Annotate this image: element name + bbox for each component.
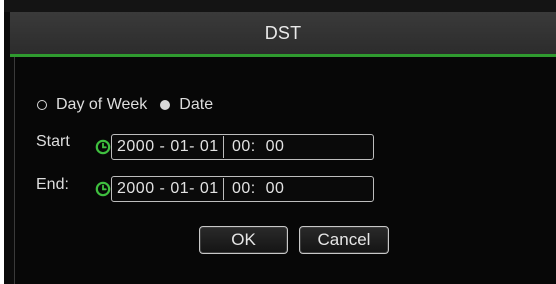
radio-day-of-week[interactable] <box>37 100 47 110</box>
start-datetime-field[interactable]: 2000 - 01- 01 00: 00 <box>111 134 374 160</box>
start-time-value[interactable]: 00: 00 <box>224 138 284 156</box>
clock-icon[interactable] <box>95 139 111 155</box>
title-bar: DST <box>10 12 556 57</box>
radio-date-label[interactable]: Date <box>179 96 213 114</box>
start-date-value[interactable]: 2000 - 01- 01 <box>112 138 223 156</box>
start-label: Start <box>36 133 70 150</box>
end-label: End: <box>36 176 69 193</box>
dialog-body: Day of Week Date Start 2000 - 01- 01 00:… <box>14 57 556 284</box>
dialog-title: DST <box>264 23 302 43</box>
end-time-value[interactable]: 00: 00 <box>224 180 284 198</box>
end-datetime-field[interactable]: 2000 - 01- 01 00: 00 <box>111 176 374 202</box>
clock-icon[interactable] <box>95 181 111 197</box>
radio-day-of-week-label[interactable]: Day of Week <box>56 96 147 114</box>
dst-dialog: DST Day of Week Date Start 2000 - 01- 01… <box>4 0 556 284</box>
dst-mode-selector: Day of Week Date <box>37 95 226 115</box>
end-date-value[interactable]: 2000 - 01- 01 <box>112 180 223 198</box>
cancel-button[interactable]: Cancel <box>299 226 389 254</box>
ok-button[interactable]: OK <box>199 226 288 254</box>
radio-date[interactable] <box>160 100 171 110</box>
window-top-strip <box>4 0 556 12</box>
